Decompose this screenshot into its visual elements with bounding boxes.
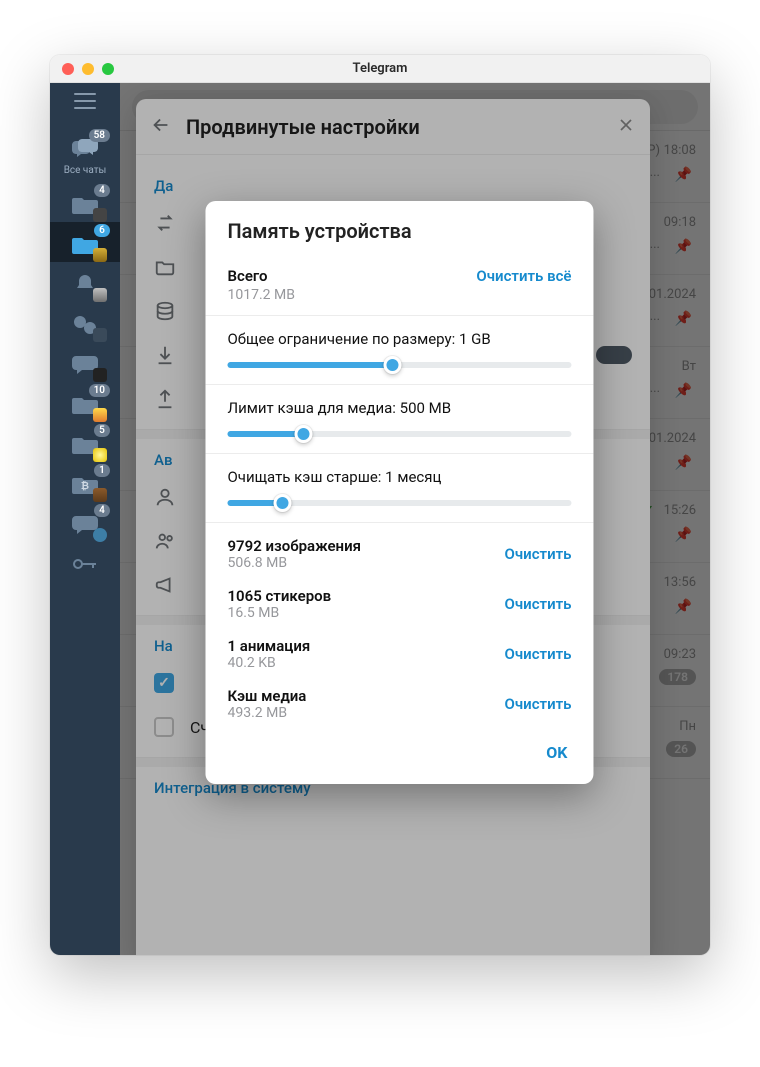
cache-item: Кэш медиа 493.2 MB Очистить [205,679,593,729]
sidebar-item-all-chats[interactable]: 58 Все чаты [50,127,120,182]
folder-emoji-icon [93,368,107,382]
folder-emoji-icon [93,488,107,502]
clear-button[interactable]: Очистить [505,595,572,613]
cache-item: 1065 стикеров 16.5 MB Очистить [205,579,593,629]
svg-text:₿: ₿ [81,480,89,492]
titlebar: Telegram [50,55,710,83]
storage-modal: Память устройства Всего 1017.2 MB Очисти… [205,201,593,784]
cache-item-title: 1 анимация [227,637,310,655]
cache-item-size: 506.8 MB [227,555,360,571]
cache-item-title: Кэш медиа [227,687,306,705]
badge: 4 [94,504,110,517]
total-value: 1017.2 MB [227,287,294,303]
sidebar-folder-4[interactable] [50,302,120,342]
badge: 5 [94,424,110,437]
media-cache-slider[interactable] [227,431,571,437]
slider-label: Общее ограничение по размеру: 1 GB [227,330,571,348]
cache-item-title: 1065 стикеров [227,587,331,605]
cache-item-size: 16.5 MB [227,605,331,621]
sidebar-folder-3[interactable] [50,262,120,302]
folder-emoji-icon [93,248,107,262]
badge: 10 [89,384,110,397]
cache-item-size: 493.2 MB [227,705,306,721]
sidebar-folder-9[interactable]: 4 [50,502,120,542]
cache-item: 9792 изображения 506.8 MB Очистить [205,529,593,579]
cache-item: 1 анимация 40.2 KB Очистить [205,629,593,679]
cache-items-list: 9792 изображения 506.8 MB Очистить 1065 … [205,523,593,729]
slider-label: Очищать кэш старше: 1 месяц [227,468,571,486]
clear-all-button[interactable]: Очистить всё [476,267,571,285]
folder-emoji-icon [93,448,107,462]
sidebar-folder-2[interactable]: 6 [50,222,120,262]
folder-emoji-icon [93,288,107,302]
badge: 4 [94,184,110,197]
size-limit-slider[interactable] [227,362,571,368]
total-label: Всего [227,267,294,285]
sidebar: 58 Все чаты 4 6 [50,83,120,955]
cache-item-title: 9792 изображения [227,537,360,555]
badge: 1 [94,464,110,477]
slider-label: Лимит кэша для медиа: 500 MB [227,399,571,417]
sidebar-folder-1[interactable]: 4 [50,182,120,222]
window-title: Telegram [50,61,710,76]
clear-button[interactable]: Очистить [505,545,572,563]
slider-section: Лимит кэша для медиа: 500 MB [205,385,593,454]
sidebar-folder-8[interactable]: ₿ 1 [50,462,120,502]
clear-button[interactable]: Очистить [505,695,572,713]
cache-age-slider[interactable] [227,500,571,506]
ok-button[interactable]: OK [542,737,571,768]
key-icon [70,552,100,568]
folder-emoji-icon [93,528,107,542]
folder-emoji-icon [93,208,107,222]
main-area: Поиск Р) 18:08 ыш... 📌 09:18 ала... 📌 6.… [120,83,710,955]
sidebar-folder-7[interactable]: 5 [50,422,120,462]
slider-section: Общее ограничение по размеру: 1 GB [205,316,593,385]
modal-footer: OK [205,729,593,774]
sidebar-folder-10[interactable] [50,542,120,568]
menu-button[interactable] [74,93,96,109]
total-row: Всего 1017.2 MB Очистить всё [205,259,593,316]
app-window: Telegram 58 Все чаты 4 [50,55,710,955]
modal-title: Память устройства [205,219,593,259]
slider-section: Очищать кэш старше: 1 месяц [205,454,593,523]
clear-button[interactable]: Очистить [505,645,572,663]
folder-emoji-icon [93,328,107,342]
cache-item-size: 40.2 KB [227,655,310,671]
sidebar-item-label: Все чаты [64,165,107,176]
badge: 6 [94,224,110,237]
badge: 58 [89,129,110,142]
folder-emoji-icon [93,408,107,422]
sidebar-folder-6[interactable]: 10 [50,382,120,422]
sidebar-folder-5[interactable] [50,342,120,382]
